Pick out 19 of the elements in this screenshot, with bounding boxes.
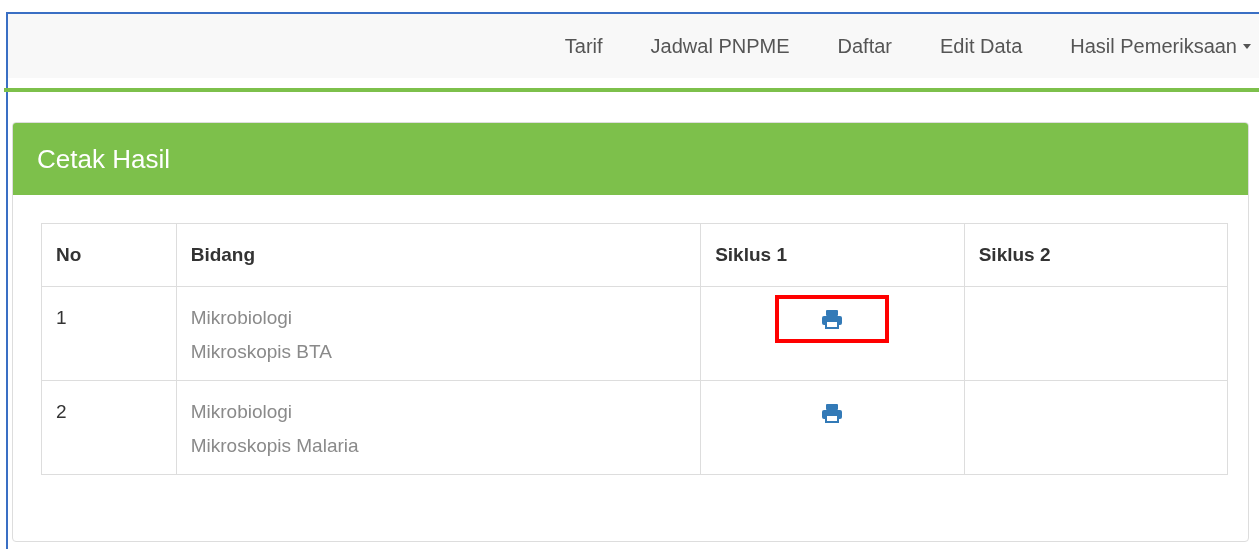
table-cell-text: Mikroskopis Malaria <box>190 434 360 458</box>
nav-link[interactable]: Daftar <box>813 34 916 58</box>
column-header: Siklus 1 <box>700 223 965 287</box>
column-header: Bidang <box>176 223 701 287</box>
nav-link[interactable]: Tarif <box>540 34 627 58</box>
table-cell-text: Mikrobiologi <box>190 306 294 330</box>
printer-icon[interactable] <box>821 309 844 329</box>
table-cell-text: Mikrobiologi <box>190 400 294 424</box>
caret-icon <box>1243 43 1251 49</box>
nav-link[interactable]: Hasil Pemeriksaan <box>1046 34 1251 58</box>
panel-title: Cetak Hasil <box>37 143 170 175</box>
printer-icon[interactable] <box>821 403 844 423</box>
nav-link[interactable]: Edit Data <box>916 34 1047 58</box>
table-cell: 1 <box>41 286 177 381</box>
table-cell: 2 <box>41 380 177 475</box>
nav-link[interactable]: Jadwal PNPME <box>626 34 814 58</box>
column-header: No <box>41 223 177 287</box>
column-header: Siklus 2 <box>964 223 1228 287</box>
table-cell-text: Mikroskopis BTA <box>190 340 333 364</box>
